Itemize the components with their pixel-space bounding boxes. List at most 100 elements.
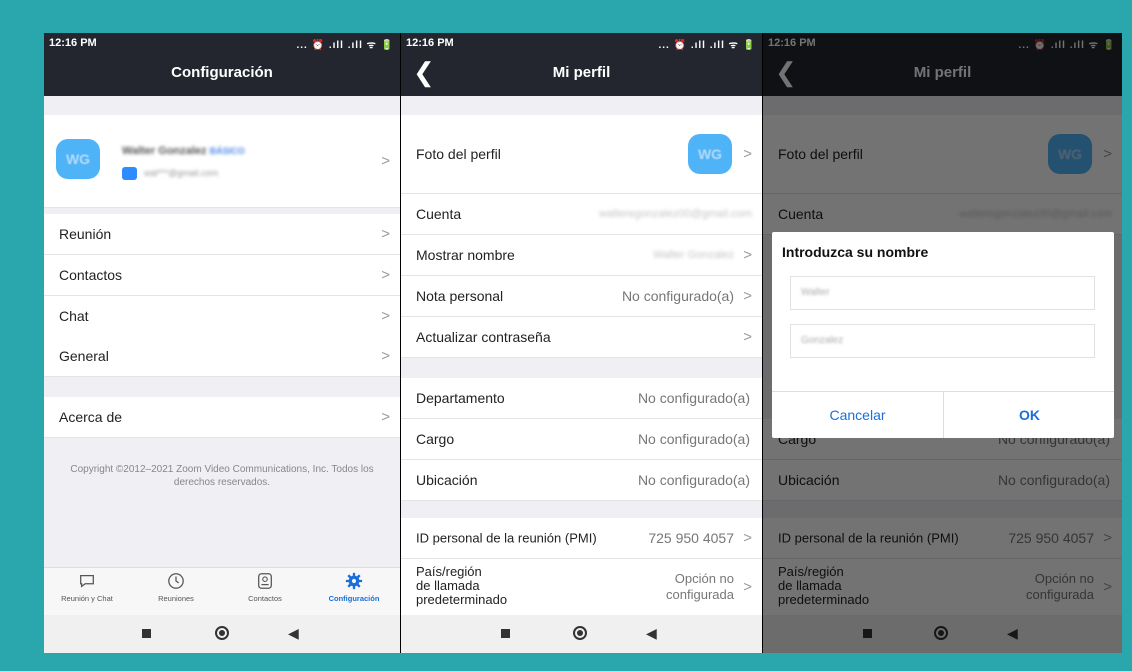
row-label: Foto del perfil: [416, 146, 501, 162]
ok-button[interactable]: OK: [943, 392, 1115, 438]
tab-settings[interactable]: Configuración: [314, 572, 394, 603]
page-title: Configuración: [171, 64, 273, 81]
chevron-right-icon: >: [743, 287, 752, 305]
dialog-title: Introduzca su nombre: [782, 244, 929, 260]
chevron-right-icon: >: [381, 266, 390, 284]
row-label: Cargo: [416, 431, 455, 447]
row-label: Ubicación: [416, 472, 478, 488]
tab-contacts[interactable]: Contactos: [225, 572, 305, 603]
home-button[interactable]: [215, 626, 229, 640]
dialog-buttons: Cancelar OK: [772, 391, 1114, 438]
screenshot-frame: 12:16 PM ... ⏰ .ıll .ıll ᯤ 🔋 Configuraci…: [44, 33, 1122, 653]
menu-item-label: Contactos: [59, 267, 123, 283]
tab-label: Reunión y Chat: [61, 594, 113, 603]
chevron-right-icon: >: [743, 246, 752, 264]
department-row[interactable]: Departamento No configurado(a): [401, 378, 762, 419]
chevron-right-icon: >: [381, 408, 390, 426]
profile-screen-with-dialog: 12:16 PM ... ⏰ .ıll .ıll ᯤ 🔋 ❮ Mi perfil…: [763, 33, 1122, 653]
chevron-right-icon: >: [381, 307, 390, 325]
status-icons: ... ⏰ .ıll .ıll ᯤ 🔋: [296, 40, 394, 51]
row-label: País/región de llamada predeterminado: [416, 564, 508, 607]
status-icons: ... ⏰ .ıll .ıll ᯤ 🔋: [658, 40, 756, 51]
default-calling-region-value: Opción no configurada: [666, 571, 734, 602]
avatar: WG: [56, 139, 100, 179]
page-title: Mi perfil: [552, 64, 611, 81]
personal-note-row[interactable]: Nota personal No configurado(a) >: [401, 276, 762, 317]
update-password-row[interactable]: Actualizar contraseña >: [401, 317, 762, 358]
profile-photo-row[interactable]: Foto del perfil WG >: [401, 115, 762, 194]
chevron-right-icon: >: [381, 225, 390, 243]
personal-note-value: No configurado(a): [621, 288, 734, 304]
profile-name: Walter Gonzalez BÁSICO: [122, 145, 245, 157]
copyright-text: Copyright ©2012–2021 Zoom Video Communic…: [70, 464, 374, 488]
tab-bar: Reunión y Chat Reuniones Contactos Confi…: [44, 567, 400, 616]
chat-bubble-icon: [80, 574, 94, 588]
first-name-value: Walter: [801, 287, 830, 298]
row-label: Cuenta: [416, 206, 462, 222]
menu-item-general[interactable]: General >: [44, 336, 400, 377]
pmi-row[interactable]: ID personal de la reunión (PMI) 725 950 …: [401, 518, 762, 559]
settings-screen: 12:16 PM ... ⏰ .ıll .ıll ᯤ 🔋 Configuraci…: [44, 33, 400, 653]
account-email: walteregonzalez00@gmail.com: [598, 208, 752, 220]
menu-item-about[interactable]: Acerca de >: [44, 397, 400, 438]
menu-item-label: Reunión: [59, 226, 112, 242]
chevron-right-icon: >: [743, 145, 752, 163]
row-label: Actualizar contraseña: [416, 329, 551, 345]
clock-icon: [168, 573, 184, 589]
contact-icon: [258, 573, 272, 589]
back-button[interactable]: ◀: [646, 625, 657, 642]
name-dialog: Introduzca su nombre Walter Gonzalez Can…: [772, 232, 1114, 438]
system-nav-bar: ◀: [44, 615, 400, 653]
row-label: Nota personal: [416, 288, 504, 304]
default-calling-region-row[interactable]: País/región de llamada predeterminado Op…: [401, 559, 762, 616]
recents-button[interactable]: [501, 629, 510, 638]
home-button[interactable]: [573, 626, 587, 640]
nav-bar: Configuración: [44, 52, 400, 96]
chevron-right-icon: >: [743, 529, 752, 547]
chevron-right-icon: >: [743, 578, 752, 596]
tab-label: Contactos: [248, 594, 282, 603]
cancel-button[interactable]: Cancelar: [772, 392, 943, 438]
recents-button[interactable]: [142, 629, 151, 638]
last-name-field[interactable]: Gonzalez: [790, 324, 1095, 358]
status-bar: 12:16 PM ... ⏰ .ıll .ıll ᯤ 🔋: [401, 33, 762, 52]
row-label: Mostrar nombre: [416, 247, 515, 263]
tab-label: Configuración: [328, 594, 380, 603]
menu-item-label: General: [59, 348, 109, 364]
video-icon: [122, 167, 137, 180]
menu-item-label: Chat: [59, 308, 89, 324]
status-bar: 12:16 PM ... ⏰ .ıll .ıll ᯤ 🔋: [44, 33, 400, 52]
department-value: No configurado(a): [637, 390, 750, 406]
first-name-field[interactable]: Walter: [790, 276, 1095, 310]
nav-bar: ❮ Mi perfil: [401, 52, 762, 96]
location-row[interactable]: Ubicación No configurado(a): [401, 460, 762, 501]
pmi-value: 725 950 4057: [648, 530, 734, 546]
chevron-right-icon: >: [381, 152, 390, 170]
menu-item-label: Acerca de: [59, 409, 123, 425]
location-value: No configurado(a): [637, 472, 750, 488]
tab-meetings[interactable]: Reuniones: [136, 572, 216, 603]
row-label: ID personal de la reunión (PMI): [416, 530, 597, 546]
tab-meeting-chat[interactable]: Reunión y Chat: [47, 572, 127, 603]
display-name-value: Walter Gonzalez: [653, 249, 734, 261]
display-name-row[interactable]: Mostrar nombre Walter Gonzalez >: [401, 235, 762, 276]
tab-label: Reuniones: [158, 594, 194, 603]
gear-icon: [345, 572, 363, 590]
chevron-right-icon: >: [743, 328, 752, 346]
profile-email: wal***@gmail.com: [144, 168, 219, 178]
row-label: Departamento: [416, 390, 505, 406]
status-time: 12:16 PM: [49, 37, 97, 49]
profile-screen: 12:16 PM ... ⏰ .ıll .ıll ᯤ 🔋 ❮ Mi perfil…: [401, 33, 762, 653]
profile-row[interactable]: WG Walter Gonzalez BÁSICO wal***@gmail.c…: [44, 115, 400, 208]
status-time: 12:16 PM: [406, 37, 454, 49]
menu-item-chat[interactable]: Chat >: [44, 296, 400, 337]
menu-item-contactos[interactable]: Contactos >: [44, 255, 400, 296]
chevron-right-icon: >: [381, 347, 390, 365]
menu-item-reunion[interactable]: Reunión >: [44, 214, 400, 255]
account-row: Cuenta walteregonzalez00@gmail.com: [401, 194, 762, 235]
avatar: WG: [688, 134, 732, 174]
back-button[interactable]: ◀: [288, 625, 299, 642]
job-title-value: No configurado(a): [637, 431, 750, 447]
job-title-row[interactable]: Cargo No configurado(a): [401, 419, 762, 460]
system-nav-bar: ◀: [401, 615, 762, 653]
